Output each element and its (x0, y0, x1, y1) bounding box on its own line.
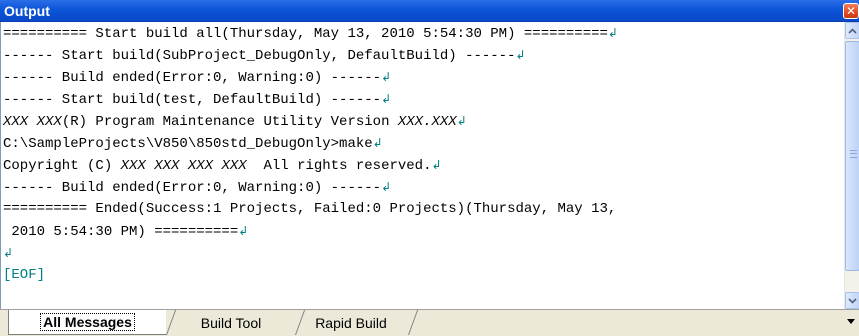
tab-menu-arrow-icon[interactable] (847, 319, 855, 324)
output-text: ------ Build ended(Error:0, Warning:0) -… (3, 180, 382, 196)
output-line: C:\SampleProjects\V850\850std_DebugOnly>… (1, 132, 844, 154)
tab-label: Build Tool (200, 314, 262, 331)
newline-icon: ↲ (431, 158, 442, 172)
output-line: ------ Build ended(Error:0, Warning:0) -… (1, 66, 844, 88)
output-text: XXX XXX (3, 114, 62, 130)
newline-icon: ↲ (515, 48, 526, 62)
output-text: ------ Start build(test, DefaultBuild) -… (3, 92, 382, 108)
scroll-down-button[interactable] (845, 292, 859, 309)
newline-icon: ↲ (456, 114, 467, 128)
output-line: ------ Start build(test, DefaultBuild) -… (1, 88, 844, 110)
output-line: ↲ (1, 242, 844, 264)
tab-all-messages[interactable]: All Messages (8, 310, 166, 335)
output-text: XXX XXX XXX XXX (120, 158, 247, 174)
output-text: ========== Ended(Success:1 Projects, Fai… (3, 201, 617, 217)
newline-icon: ↲ (607, 26, 618, 40)
tab-label: All Messages (40, 313, 135, 331)
output-line: ------ Build ended(Error:0, Warning:0) -… (1, 176, 844, 198)
output-line: ------ Start build(SubProject_DebugOnly,… (1, 44, 844, 66)
tab-build-tool[interactable]: Build Tool (168, 310, 294, 335)
output-text: Copyright (C) (3, 158, 121, 174)
newline-icon: ↲ (381, 70, 392, 84)
chevron-up-icon (848, 27, 857, 34)
output-text: ========== Start build all(Thursday, May… (3, 26, 608, 42)
chevron-down-icon (848, 297, 857, 304)
output-line: ========== Ended(Success:1 Projects, Fai… (1, 198, 844, 220)
close-icon[interactable]: ✕ (843, 3, 859, 19)
output-text: All rights reserved. (246, 158, 432, 174)
panel-title: Output (4, 3, 50, 19)
vertical-scrollbar[interactable] (844, 22, 859, 309)
scroll-thumb[interactable] (845, 41, 859, 271)
output-text-area[interactable]: ========== Start build all(Thursday, May… (0, 22, 844, 309)
output-line: ========== Start build all(Thursday, May… (1, 22, 844, 44)
grip-icon (850, 150, 857, 158)
newline-icon: ↲ (381, 180, 392, 194)
output-text: C:\SampleProjects\V850\850std_DebugOnly>… (3, 136, 373, 152)
output-line: Copyright (C) XXX XXX XXX XXX All rights… (1, 154, 844, 176)
scroll-up-button[interactable] (845, 22, 859, 39)
output-line: [EOF] (1, 264, 844, 286)
output-line: 2010 5:54:30 PM) ==========↲ (1, 220, 844, 242)
output-text: (R) Program Maintenance Utility Version (61, 114, 398, 130)
newline-icon: ↲ (3, 246, 14, 260)
output-line: XXX XXX(R) Program Maintenance Utility V… (1, 110, 844, 132)
newline-icon: ↲ (238, 224, 249, 238)
newline-icon: ↲ (372, 136, 383, 150)
output-text: 2010 5:54:30 PM) ========== (3, 224, 239, 240)
eof-marker: [EOF] (3, 267, 46, 283)
tab-label: Rapid Build (315, 314, 387, 331)
output-tab-bar: All Messages Build Tool Rapid Build (0, 309, 859, 336)
tab-divider (408, 310, 419, 335)
output-text: ------ Start build(SubProject_DebugOnly,… (3, 48, 516, 64)
output-text: ------ Build ended(Error:0, Warning:0) -… (3, 70, 382, 86)
tab-rapid-build[interactable]: Rapid Build (294, 310, 408, 335)
output-text: XXX.XXX (397, 114, 457, 130)
output-panel-titlebar: Output ✕ (0, 0, 859, 22)
newline-icon: ↲ (381, 92, 392, 106)
